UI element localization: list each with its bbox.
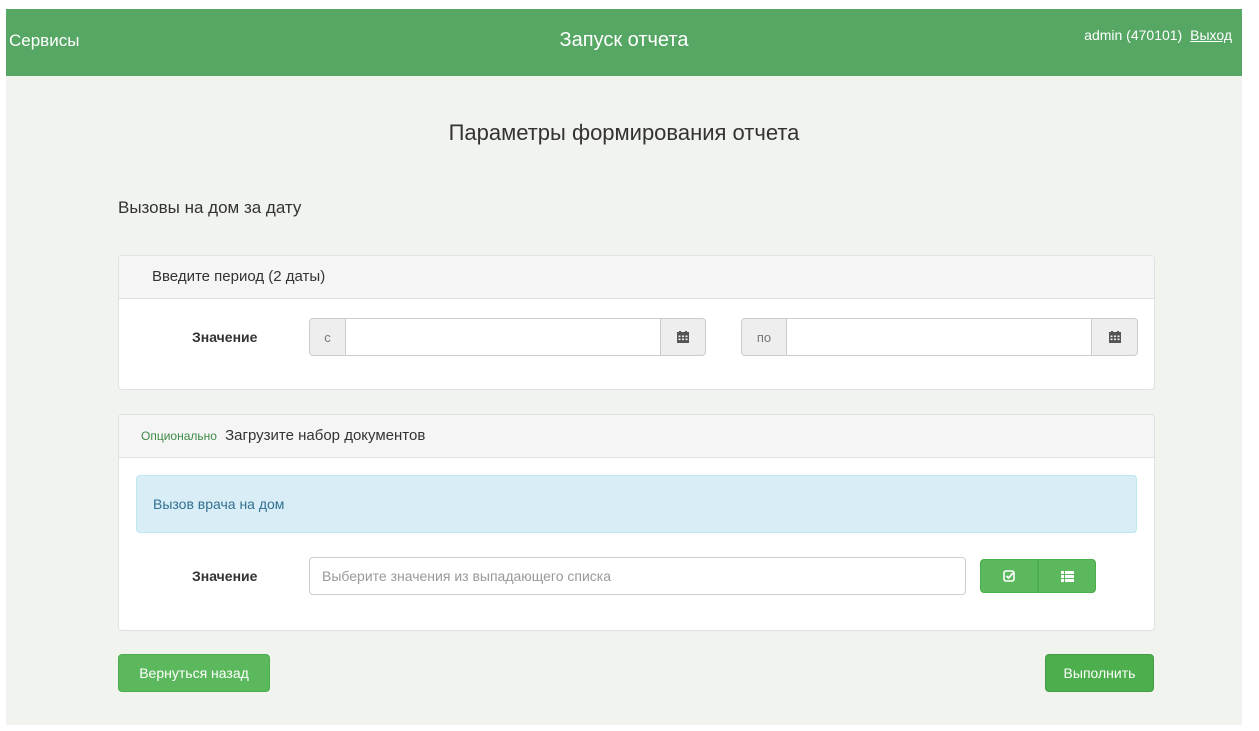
period-value-label: Значение	[192, 329, 258, 345]
report-name: Вызовы на дом за дату	[118, 198, 302, 217]
calendar-icon	[1108, 331, 1121, 343]
logout-link[interactable]: Выход	[1190, 27, 1232, 43]
date-from-calendar-button[interactable]	[660, 318, 706, 356]
info-box: Вызов врача на дом	[136, 475, 1137, 533]
date-to-input[interactable]	[786, 318, 1092, 356]
check-square-icon	[1003, 570, 1015, 582]
top-header: Сервисы Запуск отчета admin (470101) Вых…	[6, 9, 1242, 76]
user-name: admin (470101)	[1084, 27, 1183, 43]
optional-label: Опционально	[141, 429, 217, 443]
select-all-button[interactable]	[980, 559, 1038, 593]
user-info: admin (470101) Выход	[1084, 27, 1232, 43]
app-frame: Сервисы Запуск отчета admin (470101) Вых…	[6, 9, 1242, 725]
from-addon: с	[309, 318, 346, 356]
calendar-icon	[677, 331, 689, 343]
run-button[interactable]: Выполнить	[1045, 654, 1154, 692]
list-button[interactable]	[1038, 559, 1096, 593]
to-addon: по	[741, 318, 787, 356]
period-panel-heading: Введите период (2 даты)	[119, 256, 1154, 299]
back-button[interactable]: Вернуться назад	[118, 654, 270, 692]
list-icon	[1060, 570, 1074, 582]
documents-value-label: Значение	[192, 568, 258, 584]
documents-heading-text: Загрузите набор документов	[225, 427, 426, 444]
documents-panel-heading: Опционально Загрузите набор документов	[119, 415, 1154, 458]
page-title: Параметры формирования отчета	[448, 120, 800, 145]
date-from-input[interactable]	[345, 318, 661, 356]
period-panel: Введите период (2 даты) Значение с по	[118, 255, 1155, 390]
documents-select-input[interactable]: Выберите значения из выпадающего списка	[309, 557, 966, 595]
date-to-calendar-button[interactable]	[1091, 318, 1138, 356]
header-title: Запуск отчета	[559, 29, 689, 51]
documents-panel: Опционально Загрузите набор документов В…	[118, 414, 1155, 631]
